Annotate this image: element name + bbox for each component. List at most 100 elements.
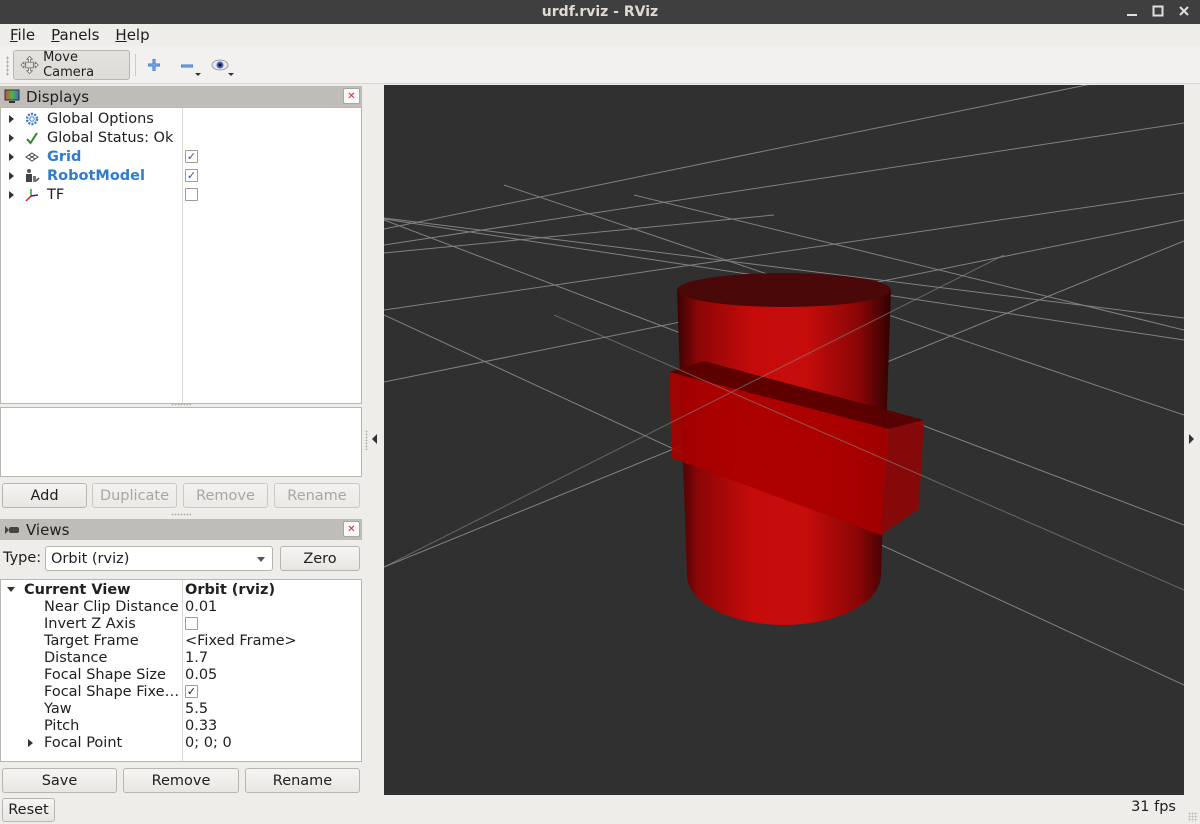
menu-help[interactable]: Help (107, 24, 157, 46)
move-camera-button[interactable]: Move Camera (13, 50, 130, 80)
chevron-down-icon (257, 557, 265, 562)
tf-enabled-checkbox[interactable] (185, 188, 198, 201)
views-panel-header: Views ✕ (0, 519, 362, 540)
maximize-button[interactable] (1150, 3, 1166, 19)
checkmark-icon (24, 130, 40, 146)
property-value[interactable]: 0.01 (185, 599, 217, 615)
robot-icon (24, 168, 40, 184)
display-item-grid[interactable]: Grid ✓ (1, 147, 361, 166)
invert-z-checkbox[interactable] (185, 617, 198, 630)
render-viewport[interactable] (384, 85, 1184, 795)
display-description-box (0, 407, 362, 477)
move-camera-label: Move Camera (43, 50, 95, 80)
property-label: Pitch (44, 717, 80, 734)
reset-button[interactable]: Reset (2, 798, 55, 822)
plus-icon (148, 59, 160, 71)
add-display-button[interactable]: Add (2, 483, 87, 508)
save-view-button[interactable]: Save (2, 768, 117, 793)
move-camera-icon (20, 55, 39, 75)
views-tree: Current View Orbit (rviz) Near Clip Dist… (0, 579, 362, 762)
views-panel-close-button[interactable]: ✕ (343, 521, 360, 537)
menu-file[interactable]: File (2, 24, 43, 46)
property-value[interactable]: 1.7 (185, 650, 208, 666)
eye-icon (211, 59, 229, 71)
close-icon: ✕ (347, 523, 356, 535)
view-type-label: Type: (3, 550, 42, 566)
window-resize-grip[interactable] (1188, 812, 1198, 822)
scene-canvas (384, 85, 1184, 686)
display-item-label: RobotModel (47, 167, 145, 184)
displays-panel-close-button[interactable]: ✕ (343, 88, 360, 104)
expand-arrow-icon[interactable] (9, 114, 14, 123)
menu-panels-label: anels (59, 26, 100, 44)
duplicate-display-button[interactable]: Duplicate (92, 483, 177, 508)
remove-display-button[interactable]: Remove (183, 483, 268, 508)
display-item-tf[interactable]: TF (1, 185, 361, 204)
menu-file-mnemonic: F (10, 26, 18, 44)
menu-file-label: ile (17, 26, 36, 44)
display-item-global-options[interactable]: Global Options (1, 109, 361, 128)
view-tool-dropdown[interactable] (228, 73, 234, 76)
grid-line (384, 214, 775, 254)
display-item-global-status[interactable]: Global Status: Ok (1, 128, 361, 147)
toolbar: Move Camera (0, 46, 1200, 84)
cylinder-top (677, 273, 891, 307)
robot-model (669, 273, 924, 625)
grid-enabled-checkbox[interactable]: ✓ (185, 150, 198, 163)
expand-arrow-icon[interactable] (9, 171, 14, 180)
close-button[interactable] (1176, 3, 1192, 19)
expand-arrow-icon[interactable] (9, 190, 14, 199)
grid-icon (24, 149, 40, 165)
menu-panels-mnemonic: P (51, 26, 60, 44)
displays-splitter-handle[interactable] (171, 403, 191, 406)
property-value[interactable]: 0.33 (185, 718, 217, 734)
axes-icon (24, 187, 40, 203)
rename-display-button[interactable]: Rename (274, 483, 360, 508)
expand-arrow-icon[interactable] (9, 133, 14, 142)
displays-panel-header: Displays ✕ (0, 86, 362, 107)
current-view-value: Orbit (rviz) (185, 581, 276, 598)
property-label: Yaw (44, 700, 72, 717)
rename-view-button[interactable]: Rename (245, 768, 360, 793)
main-splitter-handle[interactable] (365, 430, 368, 450)
robotmodel-enabled-checkbox[interactable]: ✓ (185, 169, 198, 182)
minus-icon (181, 64, 193, 68)
view-type-select[interactable]: Orbit (rviz) (45, 546, 273, 571)
zero-view-button[interactable]: Zero (280, 546, 360, 571)
menu-help-mnemonic: H (115, 26, 127, 44)
view-type-value: Orbit (rviz) (51, 550, 130, 567)
expand-arrow-icon[interactable] (9, 152, 14, 161)
property-label: Focal Shape Fixe… (44, 683, 180, 700)
menu-panels[interactable]: Panels (43, 24, 107, 46)
property-label: Invert Z Axis (44, 615, 136, 632)
maximize-icon (1152, 5, 1164, 17)
displays-panel-title: Displays (26, 87, 90, 106)
grid-line (384, 85, 1089, 230)
property-value[interactable]: 5.5 (185, 701, 208, 717)
collapse-arrow-icon[interactable] (7, 587, 15, 592)
remove-tool-dropdown[interactable] (195, 73, 201, 76)
property-label: Distance (44, 649, 108, 666)
property-value[interactable]: 0; 0; 0 (185, 735, 232, 751)
collapse-left-panel-icon[interactable] (372, 434, 377, 444)
camera-icon (5, 525, 19, 534)
add-tool-button[interactable] (143, 54, 165, 76)
property-value[interactable]: 0.05 (185, 667, 217, 683)
display-item-robotmodel[interactable]: RobotModel ✓ (1, 166, 361, 185)
expand-right-panel-icon[interactable] (1189, 434, 1194, 444)
toolbar-grip[interactable] (6, 56, 9, 76)
property-row-focal-point[interactable]: Focal Point 0; 0; 0 (1, 733, 361, 752)
remove-view-button[interactable]: Remove (123, 768, 239, 793)
minimize-icon (1127, 14, 1137, 16)
panels-splitter-handle[interactable] (171, 513, 191, 516)
property-label: Focal Point (44, 734, 123, 751)
expand-arrow-icon[interactable] (28, 738, 33, 747)
display-item-label: TF (47, 186, 65, 203)
property-value[interactable]: <Fixed Frame> (185, 633, 297, 649)
property-label: Focal Shape Size (44, 666, 166, 683)
fps-counter: 31 fps (1131, 799, 1176, 815)
window-title: urdf.rviz - RViz (541, 4, 659, 20)
title-bar: urdf.rviz - RViz (0, 0, 1200, 24)
focal-shape-fixed-checkbox[interactable]: ✓ (185, 685, 198, 698)
minimize-button[interactable] (1124, 3, 1140, 19)
